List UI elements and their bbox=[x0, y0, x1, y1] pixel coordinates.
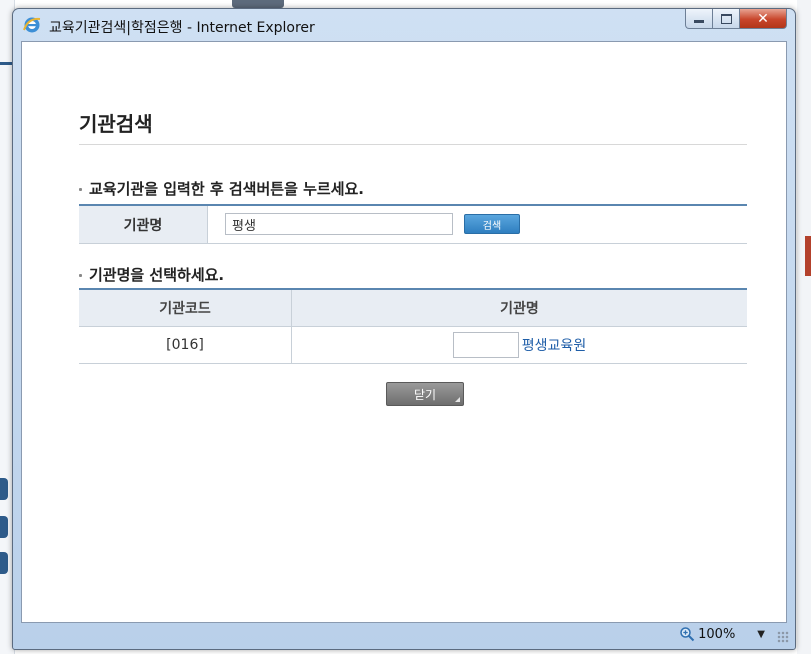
window-titlebar[interactable]: 교육기관검색|학점은행 - Internet Explorer ✕ bbox=[13, 9, 795, 41]
close-button-label: 닫기 bbox=[413, 387, 437, 402]
internet-explorer-icon bbox=[23, 17, 41, 33]
window-title: 교육기관검색|학점은행 - Internet Explorer bbox=[49, 20, 315, 36]
institution-search-page: 기관검색 교육기관을 입력한 후 검색버튼을 누르세요. 기관명 검색 기관명을… bbox=[22, 42, 786, 622]
zoom-control[interactable]: 100% ▼ bbox=[679, 625, 765, 643]
select-instruction-text: 기관명을 선택하세요. bbox=[89, 266, 225, 284]
background-page-right bbox=[797, 0, 811, 654]
status-bar: 100% ▼ bbox=[13, 621, 795, 647]
minimize-button[interactable] bbox=[685, 9, 713, 29]
search-instruction-text: 교육기관을 입력한 후 검색버튼을 누르세요. bbox=[89, 180, 364, 198]
institution-image-placeholder bbox=[452, 332, 519, 358]
zoom-magnifier-icon bbox=[680, 627, 695, 642]
maximize-button[interactable] bbox=[713, 9, 740, 29]
background-marker bbox=[0, 478, 8, 500]
window-controls: ✕ bbox=[685, 9, 787, 30]
close-button[interactable]: 닫기 bbox=[386, 382, 464, 406]
maximize-icon bbox=[720, 13, 732, 24]
search-field-label: 기관명 bbox=[79, 206, 208, 243]
table-row: [016] 평생교육원 bbox=[79, 326, 747, 364]
institution-name-cell: 평생교육원 bbox=[291, 326, 747, 364]
search-instruction: 교육기관을 입력한 후 검색버튼을 누르세요. bbox=[79, 178, 364, 199]
search-button[interactable]: 검색 bbox=[464, 214, 520, 234]
zoom-dropdown-icon[interactable]: ▼ bbox=[757, 629, 765, 640]
resize-grip-icon[interactable] bbox=[777, 631, 789, 643]
close-window-button[interactable]: ✕ bbox=[740, 9, 787, 29]
select-instruction: 기관명을 선택하세요. bbox=[79, 264, 224, 285]
column-header-code: 기관코드 bbox=[79, 289, 292, 327]
background-accent-red bbox=[805, 236, 811, 276]
zoom-level: 100% bbox=[698, 626, 736, 642]
desktop-background: 교육기관검색|학점은행 - Internet Explorer ✕ 기관검색 교… bbox=[0, 0, 811, 654]
column-header-name: 기관명 bbox=[291, 289, 747, 327]
background-tab bbox=[232, 0, 284, 8]
search-form: 기관명 검색 bbox=[79, 204, 747, 244]
table-header-row: 기관코드 기관명 bbox=[79, 289, 747, 327]
background-marker bbox=[0, 516, 8, 538]
ie-popup-window: 교육기관검색|학점은행 - Internet Explorer ✕ 기관검색 교… bbox=[12, 8, 796, 650]
institution-name-wrap: 평생교육원 bbox=[292, 327, 747, 363]
corner-arrow-icon bbox=[455, 397, 460, 402]
results-table: 기관코드 기관명 [016] 평생교육원 bbox=[79, 288, 747, 364]
institution-search-input[interactable] bbox=[225, 213, 453, 235]
minimize-icon bbox=[694, 20, 704, 23]
close-icon: ✕ bbox=[757, 10, 769, 27]
institution-code-cell: [016] bbox=[79, 326, 292, 364]
title-divider bbox=[79, 144, 747, 145]
bullet-icon bbox=[79, 188, 82, 191]
content-area: 기관검색 교육기관을 입력한 후 검색버튼을 누르세요. 기관명 검색 기관명을… bbox=[21, 41, 787, 623]
background-marker bbox=[0, 552, 8, 574]
institution-name-link[interactable]: 평생교육원 bbox=[522, 335, 586, 355]
page-title: 기관검색 bbox=[79, 112, 153, 136]
bullet-icon bbox=[79, 274, 82, 277]
